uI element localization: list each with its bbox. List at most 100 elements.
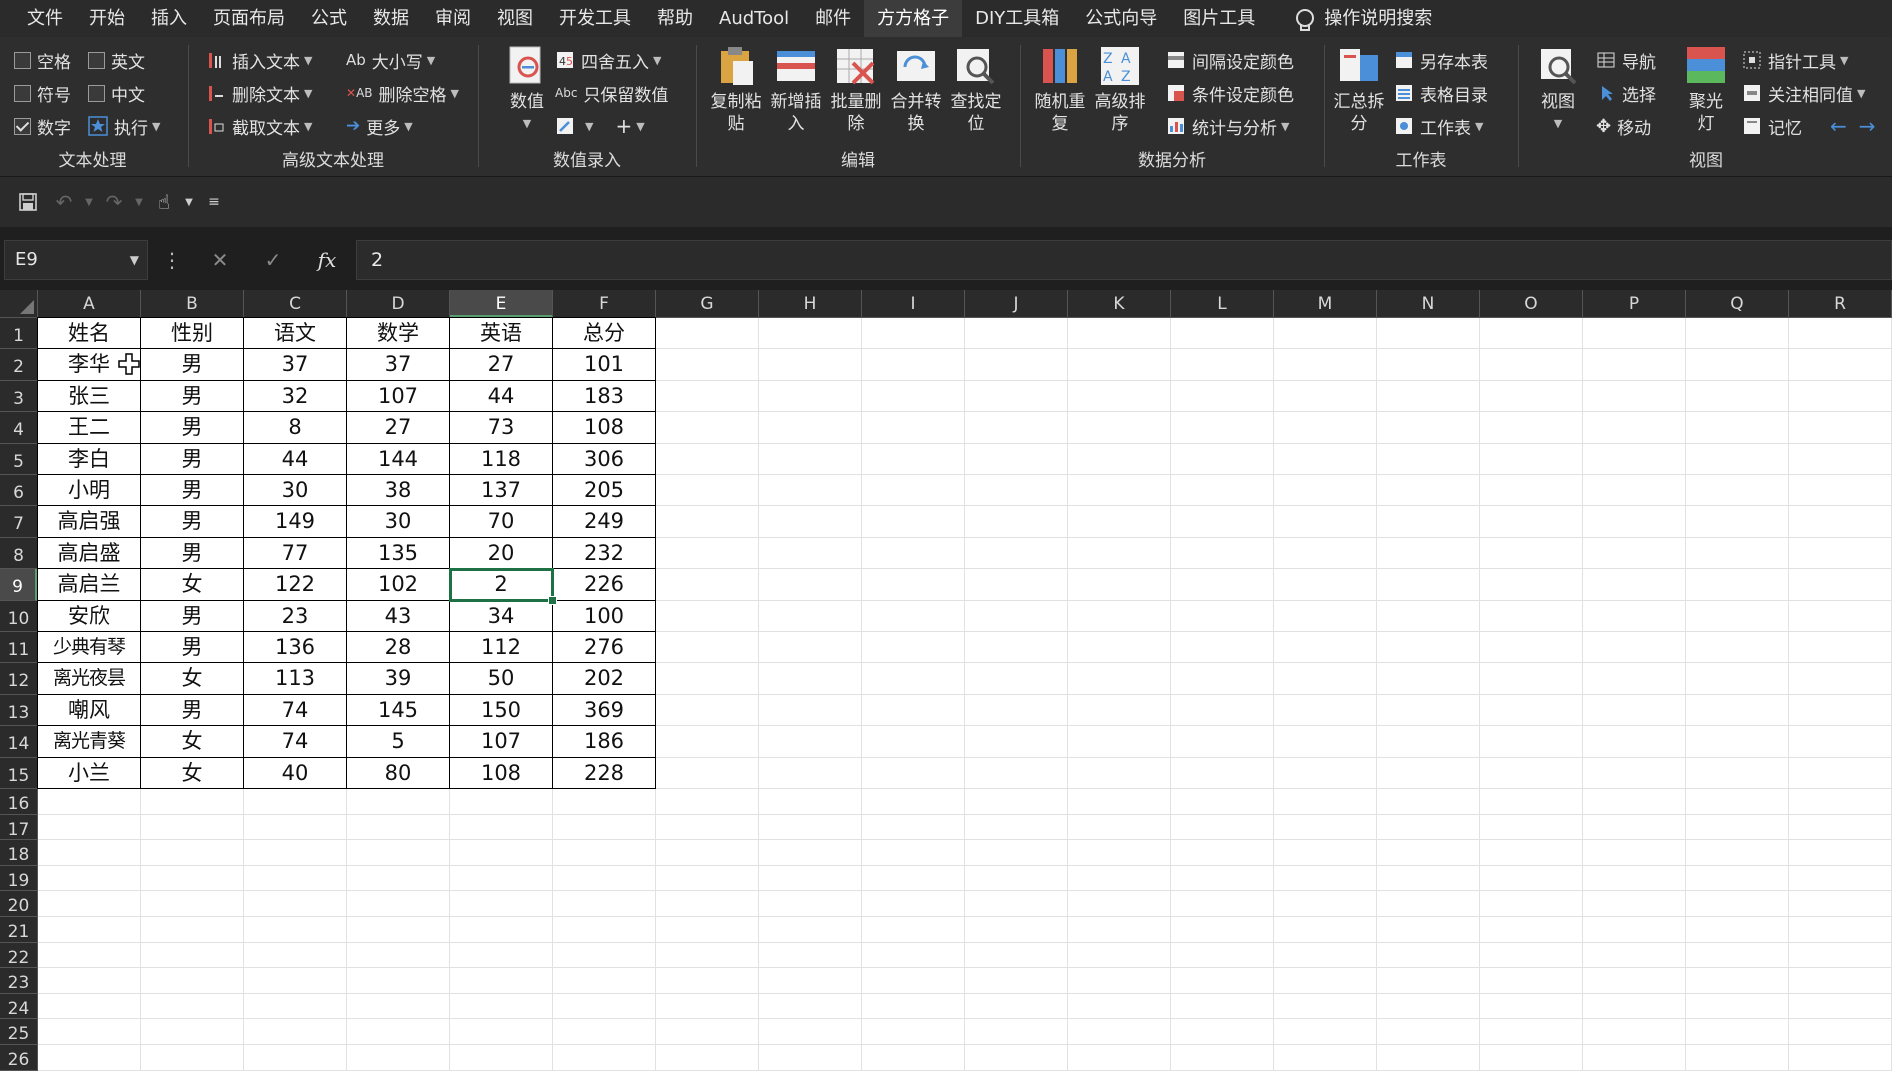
cell-H20[interactable] [759,891,862,917]
worksheet-button[interactable]: 工作表 ▼ [1394,113,1483,139]
cell-I19[interactable] [862,865,965,892]
column-header-B[interactable]: B [141,290,244,318]
cell-Q8[interactable] [1686,537,1789,570]
column-header-P[interactable]: P [1583,290,1686,318]
cell-L25[interactable] [1171,1019,1274,1045]
cell-B14[interactable]: 女 [141,726,244,758]
cell-R5[interactable] [1789,443,1892,475]
cell-J25[interactable] [965,1019,1068,1045]
cell-E13[interactable]: 150 [450,694,553,727]
find-locate-button[interactable]: 查找定 位 [946,45,1006,135]
cell-F12[interactable]: 202 [553,663,656,695]
cell-C7[interactable]: 149 [244,506,347,538]
cell-R1[interactable] [1789,318,1892,350]
cell-K3[interactable] [1068,380,1171,413]
keep-value-button[interactable]: Abc 只保留数值 [555,80,668,106]
cell-K20[interactable] [1068,891,1171,917]
cell-D22[interactable] [347,942,450,969]
cell-C1[interactable]: 语文 [244,318,347,350]
cell-I11[interactable] [862,632,965,664]
cell-R16[interactable] [1789,789,1892,815]
cell-P20[interactable] [1583,891,1686,917]
cell-C14[interactable]: 74 [244,726,347,758]
cell-C11[interactable]: 136 [244,632,347,664]
cell-O15[interactable] [1480,757,1583,789]
cell-M9[interactable] [1274,569,1377,601]
cell-B7[interactable]: 男 [141,506,244,538]
cell-K16[interactable] [1068,789,1171,815]
cell-R4[interactable] [1789,412,1892,444]
cell-D2[interactable]: 37 [347,349,450,381]
select-all-corner[interactable] [0,290,38,318]
cell-M25[interactable] [1274,1019,1377,1045]
undo-icon[interactable]: ↶ [46,184,82,220]
value-button[interactable]: 数值 ▼ [494,45,560,135]
cell-B23[interactable] [141,968,244,994]
row-header-2[interactable]: 2 [0,349,38,381]
cell-R9[interactable] [1789,569,1892,601]
cell-B13[interactable]: 男 [141,694,244,727]
tab-1[interactable]: 开始 [76,0,138,37]
cell-M15[interactable] [1274,757,1377,789]
column-header-C[interactable]: C [244,290,347,318]
cell-E24[interactable] [450,993,553,1020]
cell-B10[interactable]: 男 [141,600,244,632]
cell-J18[interactable] [965,840,1068,866]
cell-C10[interactable]: 23 [244,600,347,632]
cell-F18[interactable] [553,840,656,866]
cell-L17[interactable] [1171,814,1274,841]
cell-B21[interactable] [141,917,244,943]
catalog-button[interactable]: 表格目录 [1394,80,1488,106]
cell-R22[interactable] [1789,942,1892,969]
row-header-9[interactable]: 9 [0,569,38,601]
cell-J1[interactable] [965,318,1068,350]
tell-me-search[interactable]: 操作说明搜索 [1322,0,1445,37]
cell-N2[interactable] [1377,349,1480,381]
cell-A21[interactable] [38,917,141,943]
cell-O6[interactable] [1480,475,1583,507]
cell-L23[interactable] [1171,968,1274,994]
cell-Q6[interactable] [1686,475,1789,507]
cell-F6[interactable]: 205 [553,475,656,507]
column-header-O[interactable]: O [1480,290,1583,318]
row-header-23[interactable]: 23 [0,968,38,994]
select-button[interactable]: 选择 [1596,80,1656,106]
cell-I5[interactable] [862,443,965,475]
cell-M13[interactable] [1274,694,1377,727]
cell-F19[interactable] [553,865,656,892]
cell-M24[interactable] [1274,993,1377,1020]
row-header-5[interactable]: 5 [0,443,38,475]
cell-Q20[interactable] [1686,891,1789,917]
cell-Q11[interactable] [1686,632,1789,664]
cell-D7[interactable]: 30 [347,506,450,538]
cell-K5[interactable] [1068,443,1171,475]
cell-G8[interactable] [656,537,759,570]
cell-H19[interactable] [759,865,862,892]
cell-O4[interactable] [1480,412,1583,444]
cell-F3[interactable]: 183 [553,380,656,413]
cell-G2[interactable] [656,349,759,381]
cell-B3[interactable]: 男 [141,380,244,413]
cell-G16[interactable] [656,789,759,815]
cell-I17[interactable] [862,814,965,841]
cell-N14[interactable] [1377,726,1480,758]
more-options-icon[interactable]: ⋮ [160,240,184,280]
cell-O18[interactable] [1480,840,1583,866]
cell-E2[interactable]: 27 [450,349,553,381]
cell-N3[interactable] [1377,380,1480,413]
cell-Q19[interactable] [1686,865,1789,892]
cell-A4[interactable]: 王二 [38,412,141,444]
row-header-16[interactable]: 16 [0,789,38,815]
cell-R7[interactable] [1789,506,1892,538]
cell-A5[interactable]: 李白 [38,443,141,475]
cell-N22[interactable] [1377,942,1480,969]
cell-C5[interactable]: 44 [244,443,347,475]
cell-H23[interactable] [759,968,862,994]
cell-C13[interactable]: 74 [244,694,347,727]
cell-R25[interactable] [1789,1019,1892,1045]
cell-K8[interactable] [1068,537,1171,570]
cell-O17[interactable] [1480,814,1583,841]
cell-B1[interactable]: 性别 [141,318,244,350]
cell-B19[interactable] [141,865,244,892]
cell-N13[interactable] [1377,694,1480,727]
